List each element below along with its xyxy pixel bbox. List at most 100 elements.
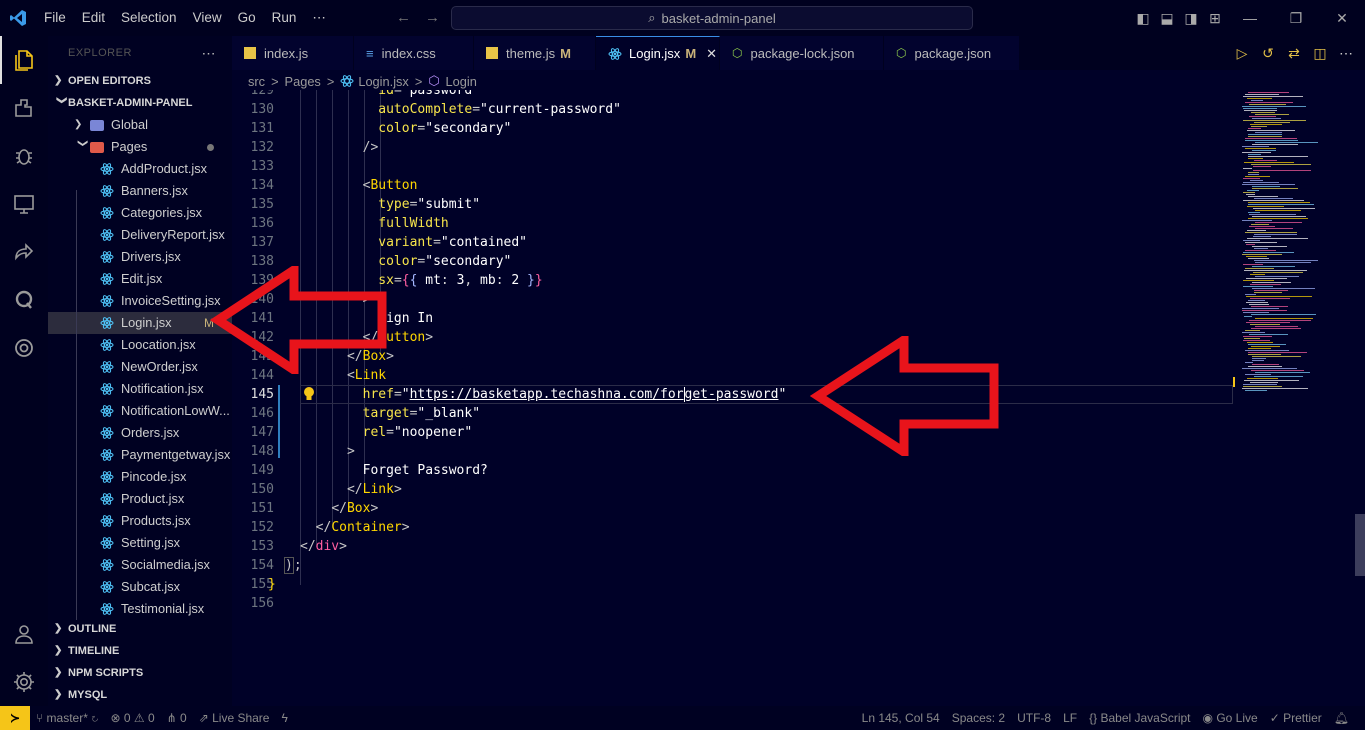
extensions-icon[interactable]	[0, 84, 48, 132]
toggle-secondary-sidebar-icon[interactable]: ◨	[1179, 10, 1203, 27]
breadcrumb-item[interactable]: Pages	[285, 74, 321, 89]
command-center-search[interactable]: ⌕ basket-admin-panel	[451, 6, 973, 30]
minimap-line	[1247, 130, 1295, 131]
minimap-line	[1248, 352, 1307, 353]
back-arrow-icon[interactable]: ←	[396, 9, 425, 26]
toggle-sidebar-icon[interactable]: ◧	[1131, 10, 1155, 27]
minimap-line	[1243, 280, 1274, 281]
timeline-history-icon[interactable]: ↺	[1259, 45, 1277, 62]
react-icon	[100, 361, 114, 373]
minimap-line	[1254, 260, 1318, 261]
check-icon: ✓	[1269, 711, 1284, 725]
minimap-line	[1255, 228, 1293, 229]
language-mode[interactable]: {} Babel JavaScript	[1083, 711, 1196, 725]
minimap-line	[1252, 188, 1298, 189]
minimap-line	[1252, 150, 1276, 151]
explorer-icon[interactable]	[0, 36, 48, 84]
menu-run[interactable]: Run	[264, 0, 305, 36]
debug-icon[interactable]	[0, 132, 48, 180]
tab-index-css[interactable]: ≡ index.css	[354, 36, 474, 70]
close-tab-icon[interactable]: ✕	[706, 46, 717, 62]
minimap-line	[1255, 114, 1289, 115]
indentation[interactable]: Spaces: 2	[946, 711, 1011, 725]
minimize-icon[interactable]: —	[1227, 10, 1273, 26]
section-npm-scripts[interactable]: ❯ NPM SCRIPTS	[48, 662, 232, 684]
file-label: Subcat.jsx	[121, 579, 181, 594]
more-actions-icon[interactable]: ⋯	[1337, 45, 1355, 62]
forward-arrow-icon[interactable]: →	[425, 9, 454, 26]
minimap-line	[1249, 334, 1288, 335]
react-icon	[100, 295, 114, 307]
live-share-icon[interactable]	[0, 228, 48, 276]
minimap-line	[1248, 300, 1265, 301]
folder-global[interactable]: ❯ Global	[48, 114, 232, 136]
menu-go[interactable]: Go	[230, 0, 264, 36]
modified-dot	[207, 144, 214, 151]
section-timeline[interactable]: ❯ TIMELINE	[48, 640, 232, 662]
cursor-position[interactable]: Ln 145, Col 54	[856, 711, 946, 725]
menu-view[interactable]: View	[185, 0, 230, 36]
close-window-icon[interactable]: ✕	[1319, 10, 1365, 27]
minimap-line	[1248, 344, 1286, 345]
breadcrumb-item[interactable]: Login	[446, 74, 477, 89]
file-label: Categories.jsx	[121, 205, 203, 220]
customize-layout-icon[interactable]: ⊞	[1203, 10, 1227, 27]
folder-pages[interactable]: ❯ Pages	[48, 136, 232, 158]
live-share-status[interactable]: ⇗ Live Share	[193, 711, 276, 725]
remote-explorer-icon[interactable]	[0, 180, 48, 228]
ports-status[interactable]: ⋔ 0	[161, 711, 193, 725]
go-live-button[interactable]: ◉ Go Live	[1197, 711, 1264, 725]
minimap-line	[1243, 252, 1294, 253]
tab-index-js[interactable]: index.js	[232, 36, 354, 70]
js-icon	[486, 47, 498, 59]
tab-theme-js[interactable]: theme.js M	[474, 36, 596, 70]
source-control-diff-icon[interactable]: ⇄	[1285, 45, 1303, 62]
github-copilot-icon[interactable]	[0, 324, 48, 372]
vertical-scrollbar[interactable]	[1355, 514, 1365, 576]
account-icon[interactable]	[0, 610, 48, 658]
minimap-line	[1251, 112, 1275, 113]
minimap-line	[1244, 270, 1307, 271]
split-editor-icon[interactable]: ◫	[1311, 45, 1329, 62]
breadcrumb-item[interactable]: src	[248, 74, 265, 89]
menu-edit[interactable]: Edit	[74, 0, 113, 36]
lightning-icon[interactable]: ϟ	[275, 711, 293, 725]
section-outline[interactable]: ❯ OUTLINE	[48, 618, 232, 640]
settings-gear-icon[interactable]	[0, 658, 48, 706]
toggle-panel-icon[interactable]: ⬓	[1155, 10, 1179, 27]
prettier-status[interactable]: ✓ Prettier	[1264, 711, 1328, 725]
run-icon[interactable]: ▷	[1233, 45, 1251, 62]
search-web-icon[interactable]	[0, 276, 48, 324]
more-actions-icon[interactable]: ⋯	[202, 36, 217, 70]
section-mysql[interactable]: ❯ MYSQL	[48, 684, 232, 706]
explorer-sidebar: EXPLORER ⋯ ❯ OPEN EDITORS ❯ BASKET-ADMIN-PA…	[48, 36, 232, 706]
code-line: color="secondary"	[378, 121, 512, 136]
menu-more[interactable]: ⋯	[304, 0, 334, 36]
bottom-sections: ❯ OUTLINE ❯ TIMELINE ❯ NPM SCRIPTS ❯ MYSQL	[48, 618, 232, 706]
tab-package-json[interactable]: ⬡ package.json	[884, 36, 1020, 70]
remote-indicator-icon[interactable]: ≻	[0, 706, 30, 730]
ports-count: 0	[180, 711, 187, 725]
sync-icon: ↻	[91, 711, 99, 725]
minimap-line	[1242, 308, 1279, 309]
menu-selection[interactable]: Selection	[113, 0, 185, 36]
menu-file[interactable]: File	[36, 0, 74, 36]
section-open-editors[interactable]: ❯ OPEN EDITORS	[48, 70, 232, 92]
end-of-line[interactable]: LF	[1057, 711, 1083, 725]
notifications-bell-icon[interactable]: 🔔︎	[1328, 711, 1355, 725]
branch-status[interactable]: ⑂ master* ↻	[30, 711, 104, 725]
lightbulb-icon[interactable]	[302, 386, 316, 406]
problems-status[interactable]: ⊗ 0 ⚠ 0	[104, 711, 160, 725]
section-project[interactable]: ❯ BASKET-ADMIN-PANEL	[48, 92, 232, 114]
minimap[interactable]	[1238, 90, 1350, 706]
encoding[interactable]: UTF-8	[1011, 711, 1057, 725]
tab-login-jsx[interactable]: Login.jsx M ✕	[596, 36, 720, 70]
minimap-line	[1248, 158, 1263, 159]
code-editor[interactable]: 129 130 131 132 133 134 135 136 137 138 139 140 141 1…	[232, 90, 1240, 706]
react-icon	[100, 471, 114, 483]
tab-package-lock-json[interactable]: ⬡ package-lock.json	[720, 36, 884, 70]
code-line: type="submit"	[378, 197, 481, 212]
restore-icon[interactable]: ❐	[1273, 10, 1319, 27]
breadcrumb-item[interactable]: Login.jsx	[358, 74, 409, 89]
file-item[interactable]: AddProduct.jsx	[48, 158, 232, 180]
